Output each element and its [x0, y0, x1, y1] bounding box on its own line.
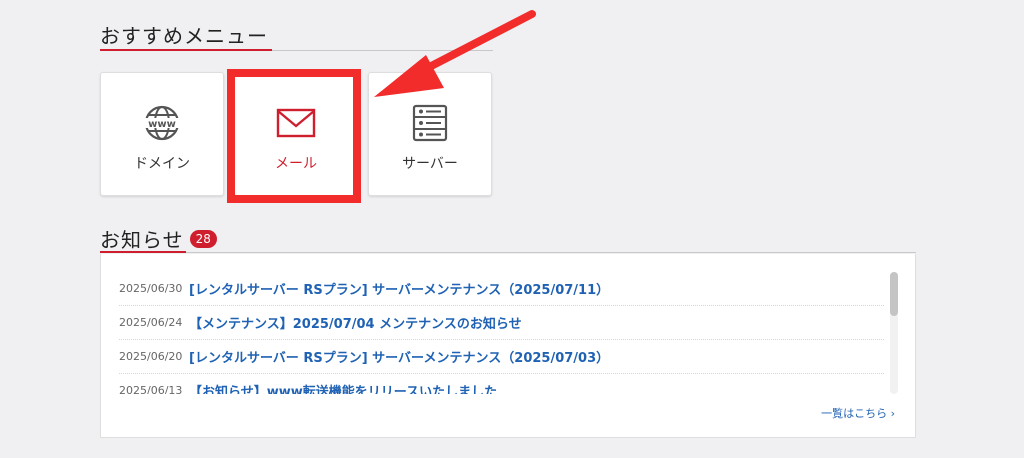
- menu-card-label: サーバー: [402, 156, 458, 172]
- news-scrollbar[interactable]: [890, 272, 898, 394]
- news-divider-accent: [100, 251, 186, 253]
- menu-card-label: ドメイン: [134, 156, 190, 172]
- news-date: 2025/06/30: [119, 282, 183, 295]
- news-link[interactable]: [レンタルサーバー RSプラン] サーバーメンテナンス（2025/07/03）: [189, 347, 609, 366]
- news-item: 2025/06/20 [レンタルサーバー RSプラン] サーバーメンテナンス（2…: [119, 340, 884, 374]
- envelope-icon: [276, 103, 316, 143]
- news-title-text: お知らせ: [100, 228, 184, 252]
- news-item: 2025/06/13 【お知らせ】www転送機能をリリースいたしました: [119, 374, 884, 394]
- news-count-badge: 28: [189, 229, 217, 248]
- news-list[interactable]: 2025/06/30 [レンタルサーバー RSプラン] サーバーメンテナンス（2…: [119, 272, 884, 394]
- news-link[interactable]: [レンタルサーバー RSプラン] サーバーメンテナンス（2025/07/11）: [189, 279, 609, 298]
- recommended-menu-title: おすすめメニュー: [100, 24, 268, 48]
- menu-card-domain[interactable]: www ドメイン: [100, 72, 224, 196]
- svg-text:www: www: [148, 119, 176, 130]
- news-more-link[interactable]: 一覧はこちら ›: [821, 405, 895, 421]
- news-link[interactable]: 【メンテナンス】2025/07/04 メンテナンスのお知らせ: [189, 313, 522, 332]
- news-link[interactable]: 【お知らせ】www転送機能をリリースいたしました: [189, 381, 497, 394]
- news-panel: 2025/06/30 [レンタルサーバー RSプラン] サーバーメンテナンス（2…: [100, 254, 916, 438]
- news-item: 2025/06/30 [レンタルサーバー RSプラン] サーバーメンテナンス（2…: [119, 272, 884, 306]
- news-divider: [100, 252, 916, 253]
- pointer-arrow-icon: [374, 10, 536, 97]
- page: おすすめメニュー www ドメイン メール サーバー お知らせ 28 2025/…: [0, 0, 1024, 458]
- news-title: お知らせ 28: [100, 224, 217, 253]
- news-date: 2025/06/20: [119, 350, 183, 363]
- news-scrollbar-thumb[interactable]: [890, 272, 898, 316]
- news-date: 2025/06/24: [119, 316, 183, 329]
- menu-card-mail[interactable]: メール: [234, 72, 358, 196]
- news-item: 2025/06/24 【メンテナンス】2025/07/04 メンテナンスのお知ら…: [119, 306, 884, 340]
- www-globe-icon: www: [142, 103, 182, 143]
- menu-card-label: メール: [275, 156, 317, 172]
- news-date: 2025/06/13: [119, 384, 183, 394]
- recommended-menu-divider-accent: [100, 49, 272, 51]
